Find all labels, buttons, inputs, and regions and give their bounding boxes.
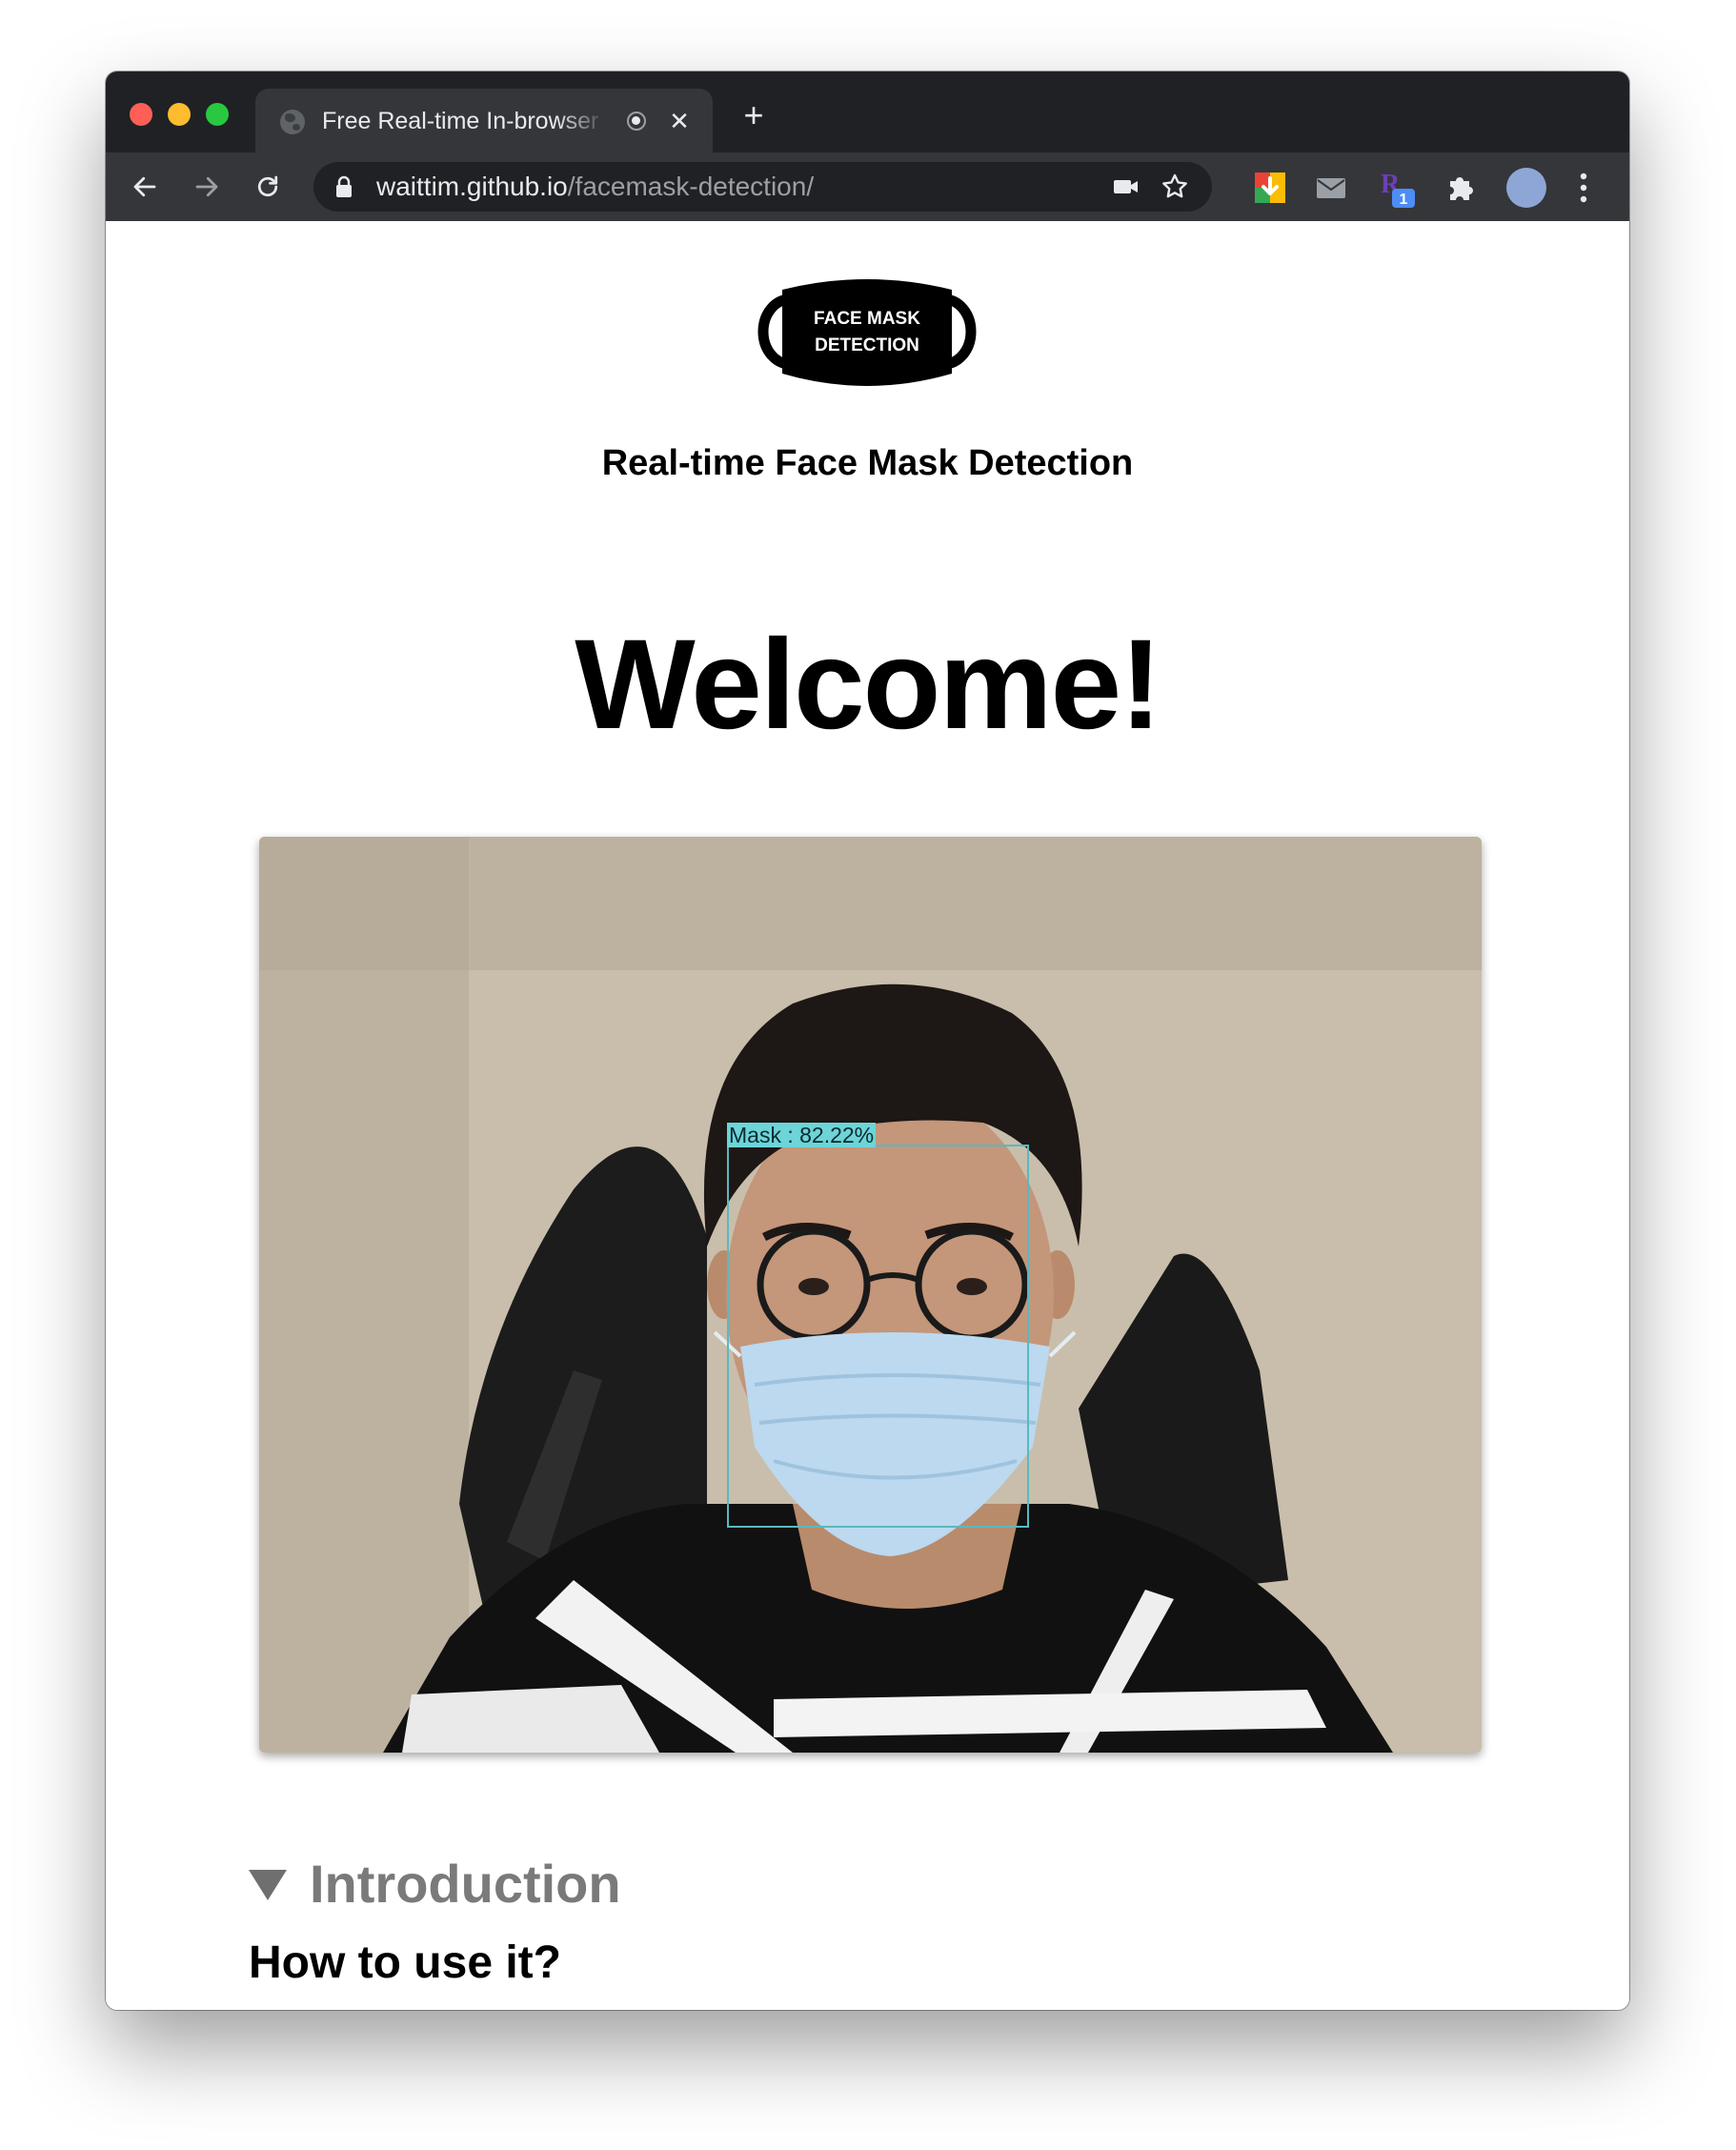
forward-button[interactable] xyxy=(186,166,228,208)
profile-avatar[interactable] xyxy=(1506,168,1546,208)
tab-active[interactable]: Free Real-time In-browser ✕ xyxy=(255,89,713,152)
back-button[interactable] xyxy=(124,166,166,208)
recording-indicator-icon xyxy=(627,112,646,131)
mail-icon[interactable] xyxy=(1315,172,1347,204)
tab-title: Free Real-time In-browser xyxy=(322,108,599,134)
video-camera-icon[interactable] xyxy=(1112,175,1141,198)
svg-text:DETECTION: DETECTION xyxy=(815,335,919,355)
url-host: waittim.github.io xyxy=(376,172,568,201)
url-text: waittim.github.io/facemask-detection/ xyxy=(376,170,814,204)
puzzle-icon[interactable] xyxy=(1444,172,1477,204)
tab-strip: Free Real-time In-browser ✕ + xyxy=(106,71,1629,152)
extension-badge: 1 xyxy=(1400,192,1408,208)
new-tab-button[interactable]: + xyxy=(735,96,773,134)
page-title: Welcome! xyxy=(575,614,1161,756)
page-content: FACE MASK DETECTION Real-time Face Mask … xyxy=(106,221,1629,2010)
face-mask-logo: FACE MASK DETECTION xyxy=(757,279,977,386)
tab-close-button[interactable]: ✕ xyxy=(663,105,696,137)
zoom-window-button[interactable] xyxy=(206,103,229,126)
detection-label: Mask : 82.22% xyxy=(727,1123,877,1147)
minimize-window-button[interactable] xyxy=(168,103,191,126)
arrow-left-icon xyxy=(133,176,156,197)
webcam-feed: Mask : 82.22% xyxy=(259,837,1482,1753)
reload-icon xyxy=(257,175,278,197)
lock-icon xyxy=(336,175,352,197)
disclosure-triangle-icon xyxy=(249,1870,287,1900)
browser-toolbar: waittim.github.io/facemask-detection/ R … xyxy=(106,152,1629,221)
introduction-toggle[interactable]: Introduction xyxy=(249,1853,621,1914)
close-window-button[interactable] xyxy=(130,103,152,126)
extension-r-icon[interactable]: R 1 xyxy=(1377,168,1419,210)
address-bar[interactable]: waittim.github.io/facemask-detection/ xyxy=(313,162,1212,212)
star-icon[interactable] xyxy=(1160,172,1190,202)
detection-bounding-box xyxy=(727,1145,1029,1528)
browser-window: Free Real-time In-browser ✕ + waittim.gi… xyxy=(106,71,1629,2010)
reload-button[interactable] xyxy=(247,166,289,208)
site-subtitle: Real-time Face Mask Detection xyxy=(601,443,1134,483)
more-vert-icon[interactable] xyxy=(1579,172,1588,204)
how-to-heading: How to use it? xyxy=(249,1937,561,1988)
globe-icon xyxy=(280,110,305,134)
introduction-label: Introduction xyxy=(310,1853,621,1914)
download-extension-icon[interactable] xyxy=(1254,172,1286,204)
svg-text:FACE MASK: FACE MASK xyxy=(814,309,920,329)
arrow-right-icon xyxy=(195,176,218,197)
url-path: /facemask-detection/ xyxy=(567,172,815,201)
